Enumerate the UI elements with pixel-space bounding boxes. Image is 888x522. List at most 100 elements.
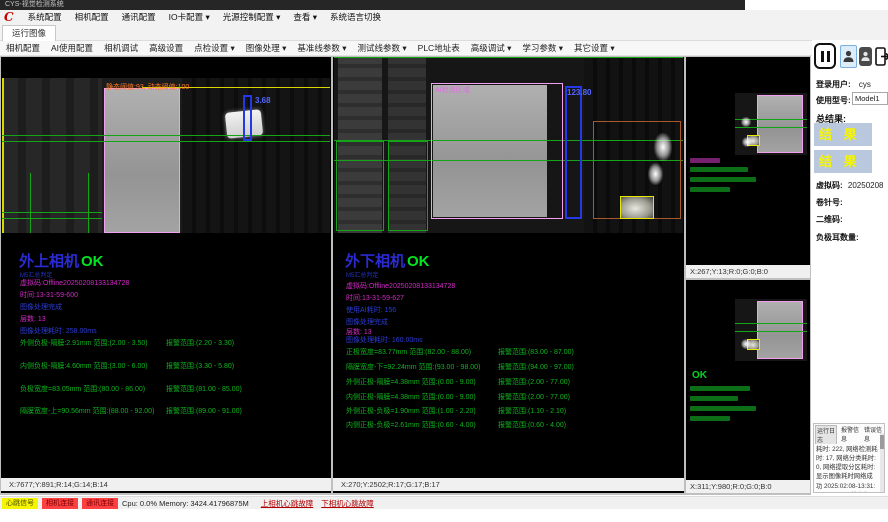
pause-button[interactable] bbox=[814, 43, 836, 69]
tool-advanced-debug[interactable]: 高级调试 ▾ bbox=[471, 42, 512, 54]
baseline bbox=[2, 212, 102, 213]
ai-region-label: AI检测区域 bbox=[435, 85, 470, 95]
menu-item-camera-config[interactable]: 相机配置 bbox=[75, 11, 109, 23]
menu-item-light-config[interactable]: 光源控制配置 ▾ bbox=[223, 11, 281, 23]
tab-run-image[interactable]: 运行图像 bbox=[2, 25, 56, 41]
model-label: 使用型号: bbox=[816, 95, 851, 106]
tool-other-settings[interactable]: 其它设置 ▾ bbox=[574, 42, 615, 54]
pixel-coords-readout: X:7677;Y:891;R:14;G:14;B:14 bbox=[1, 478, 331, 491]
pause-icon bbox=[821, 51, 830, 62]
camera-image-outer-lower[interactable]: AI检测区域 123.80 bbox=[334, 57, 683, 233]
membrane-region bbox=[757, 301, 803, 359]
process-done-line: 图像处理完成 bbox=[20, 302, 62, 312]
baseline-box bbox=[388, 141, 428, 231]
baseline bbox=[2, 135, 330, 136]
qr-code-label: 二维码: bbox=[816, 214, 843, 225]
alarm-range-text: 报警范围:(2.00 - 77.00) bbox=[498, 377, 570, 387]
thumb-text-line bbox=[690, 406, 756, 411]
camera-result-title: 外上相机OK bbox=[19, 254, 104, 269]
negative-tab-count-label: 负极耳数量: bbox=[816, 232, 859, 243]
upper-camera-fault-link[interactable]: 上相机心跳故障 bbox=[261, 498, 314, 509]
result-box-2: 结 果 bbox=[814, 150, 872, 173]
exit-button[interactable] bbox=[874, 45, 888, 68]
measurement-text: 隔膜宽度-下=92.24mm 范围:(93.00 - 98.00) bbox=[346, 362, 480, 372]
measurement-text: 隔膜宽度-上=90.56mm 范围:(88.00 - 92.00) bbox=[20, 406, 154, 416]
needle-number-label: 卷针号: bbox=[816, 197, 843, 208]
user-dark-button[interactable] bbox=[859, 47, 872, 66]
tool-testline-params[interactable]: 测试线参数 ▾ bbox=[358, 42, 407, 54]
baseline-box bbox=[336, 141, 384, 231]
bright-spot bbox=[742, 137, 752, 147]
thumb-text-line bbox=[690, 167, 748, 172]
menu-item-io-config[interactable]: IO卡配置 ▾ bbox=[169, 11, 210, 23]
log-tab-run[interactable]: 运行日志 bbox=[815, 425, 837, 444]
layers-line: 层数: 13 bbox=[20, 314, 46, 324]
heartbeat-status-badge: 心跳信号 bbox=[2, 498, 38, 509]
measurement-row: 外侧负极-隔膜:2.91mm 范围:(2.00 - 3.50) 报警范围:(2.… bbox=[1, 338, 331, 347]
measurement-text: 负极宽度=83.05mm 范围:(80.00 - 86.00) bbox=[20, 384, 145, 394]
pixel-coords-readout: X:267;Y:13;R:0;G:0;B:0 bbox=[686, 265, 810, 278]
measurement-rect bbox=[243, 95, 252, 141]
measurement-text: 内侧负极-隔膜:4.60mm 范围:(3.00 - 6.00) bbox=[20, 361, 148, 371]
baseline bbox=[88, 173, 89, 233]
tabstrip: 运行图像 bbox=[0, 24, 888, 41]
tool-plc-address-table[interactable]: PLC地址表 bbox=[418, 42, 460, 54]
camera-thumb-image-top[interactable] bbox=[735, 93, 807, 155]
window-title: CYS-视觉检测系统 bbox=[5, 1, 64, 8]
alarm-range-text: 报警范围:(2.20 - 3.30) bbox=[166, 338, 234, 348]
log-tab-alarm[interactable]: 报警信息 bbox=[840, 425, 860, 444]
login-user-label: 登录用户: cys bbox=[816, 79, 871, 90]
sidebar: 登录用户: cys 使用型号: Model1 总结果: 结 果 结 果 虚拟码:… bbox=[812, 40, 888, 494]
membrane-region bbox=[757, 95, 803, 153]
camera-thumb-panel-bottom: OK X:311;Y:980;R:0;G:0;B:0 bbox=[686, 280, 810, 493]
menubar: C 系统配置 相机配置 通讯配置 IO卡配置 ▾ 光源控制配置 ▾ 查看 ▾ 系… bbox=[0, 10, 888, 24]
result-box-1: 结 果 bbox=[814, 123, 872, 146]
pixel-coords-readout: X:311;Y:980;R:0;G:0;B:0 bbox=[686, 480, 810, 493]
camera-image-outer-upper[interactable]: 静态阈值:93, 动态阈值:100 3.68 bbox=[2, 78, 330, 233]
window-titlebar[interactable]: CYS-视觉检测系统 bbox=[0, 0, 745, 10]
menu-item-system-config[interactable]: 系统配置 bbox=[28, 11, 62, 23]
baseline bbox=[735, 331, 807, 332]
bright-spot bbox=[648, 163, 663, 185]
tool-image-processing[interactable]: 图像处理 ▾ bbox=[246, 42, 287, 54]
menu-item-view[interactable]: 查看 ▾ bbox=[293, 11, 317, 23]
tool-ai-usage-config[interactable]: AI使用配置 bbox=[51, 42, 93, 54]
app-window: CYS-视觉检测系统 C 系统配置 相机配置 通讯配置 IO卡配置 ▾ 光源控制… bbox=[0, 0, 888, 522]
image-band bbox=[2, 78, 102, 233]
measurement-value-label: 123.80 bbox=[567, 88, 591, 97]
camera-thumb-image-bottom[interactable] bbox=[735, 299, 807, 361]
log-scrollbar-thumb[interactable] bbox=[880, 435, 884, 449]
measurement-row: 内侧正极-隔膜=4.38mm 范围:(0.00 - 9.00) 报警范围:(2.… bbox=[333, 392, 684, 401]
tool-learning-params[interactable]: 学习参数 ▾ bbox=[522, 42, 563, 54]
measurement-row: 负极宽度=83.05mm 范围:(80.00 - 86.00) 报警范围:(81… bbox=[1, 384, 331, 393]
thumb-text-line bbox=[690, 177, 756, 182]
tool-camera-debug[interactable]: 相机调试 bbox=[104, 42, 138, 54]
measurement-row: 内侧负极-隔膜:4.60mm 范围:(3.00 - 6.00) 报警范围:(3.… bbox=[1, 361, 331, 370]
model-input[interactable]: Model1 bbox=[852, 92, 888, 105]
time-line: 时间:13-31-59-600 bbox=[20, 290, 78, 300]
measurement-value-label: 3.68 bbox=[255, 96, 271, 105]
threshold-overlay-label: 静态阈值:93, 动态阈值:100 bbox=[106, 82, 189, 92]
toolbar: 相机配置 AI使用配置 相机调试 高级设置 点检设置 ▾ 图像处理 ▾ 基准线参… bbox=[0, 41, 812, 56]
measurement-row: 隔膜宽度-上=90.56mm 范围:(88.00 - 92.00) 报警范围:(… bbox=[1, 406, 331, 415]
thumb-text-line bbox=[690, 396, 738, 401]
log-scrollbar[interactable] bbox=[880, 433, 884, 492]
app-logo-icon: C bbox=[4, 11, 14, 23]
menu-item-language-switch[interactable]: 系统语言切换 bbox=[330, 11, 381, 23]
virtual-code-line: 虚拟码:Offline20250208133134728 bbox=[20, 278, 129, 288]
alarm-range-text: 报警范围:(83.00 - 87.00) bbox=[498, 347, 574, 357]
menu-item-comm-config[interactable]: 通讯配置 bbox=[122, 11, 156, 23]
tool-spot-check[interactable]: 点检设置 ▾ bbox=[194, 42, 235, 54]
tool-baseline-params[interactable]: 基准线参数 ▾ bbox=[297, 42, 346, 54]
statusbar: 心跳信号 相机连接 通讯连接 Cpu: 0.0% Memory: 3424.41… bbox=[0, 496, 888, 509]
ai-elapsed-line: 使用AI耗时: 156 bbox=[346, 305, 396, 315]
camera-connect-status-badge: 相机连接 bbox=[42, 498, 78, 509]
tool-advanced-settings[interactable]: 高级设置 bbox=[149, 42, 183, 54]
bright-spot bbox=[654, 133, 672, 161]
tool-camera-config[interactable]: 相机配置 bbox=[6, 42, 40, 54]
log-content[interactable]: 耗时: 222, 网络检测耗时: 17, 网络分类耗时: 0, 网络提取分区耗时… bbox=[814, 444, 884, 493]
login-user-button[interactable] bbox=[840, 45, 857, 68]
result-ok-label: OK bbox=[692, 370, 707, 381]
baseline bbox=[735, 127, 807, 128]
lower-camera-fault-link[interactable]: 下相机心跳故障 bbox=[321, 498, 374, 509]
